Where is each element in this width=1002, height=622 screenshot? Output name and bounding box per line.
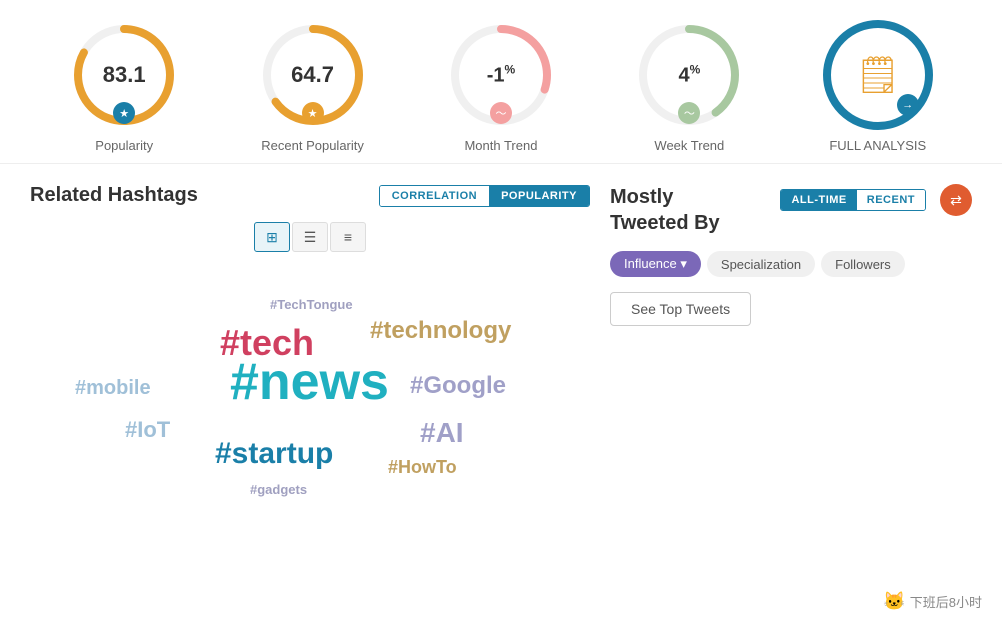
month-trend-label: Month Trend — [464, 138, 537, 153]
main-content: Related Hashtags CORRELATION POPULARITY … — [0, 164, 1002, 512]
share-icon[interactable]: ⇄ — [940, 184, 972, 216]
hashtag-word[interactable]: #gadgets — [250, 482, 307, 497]
mostly-tweeted-panel: Mostly Tweeted By ALL-TIME RECENT ⇄ Infl… — [610, 184, 972, 492]
month-trend-circle[interactable]: -1% 〜 — [446, 20, 556, 130]
popularity-circle[interactable]: 83.1 ★ — [69, 20, 179, 130]
all-time-toggle-btn[interactable]: ALL-TIME — [781, 190, 856, 210]
popularity-value: 83.1 — [103, 62, 146, 88]
popularity-label: Popularity — [95, 138, 153, 153]
hashtag-word[interactable]: #news — [230, 352, 389, 412]
followers-filter-btn[interactable]: Followers — [821, 251, 905, 277]
influence-filter-btn[interactable]: Influence ▾ — [610, 251, 701, 277]
metrics-bar: 83.1 ★ Popularity 64.7 ★ Recent Populari… — [0, 0, 1002, 164]
hashtag-word[interactable]: #HowTo — [388, 457, 457, 478]
metric-week-trend: 4% 〜 Week Trend — [634, 20, 744, 153]
related-hashtags-title: Related Hashtags — [30, 184, 198, 207]
hashtag-word[interactable]: #TechTongue — [270, 297, 353, 312]
recent-popularity-circle[interactable]: 64.7 ★ — [258, 20, 368, 130]
correlation-toggle-btn[interactable]: CORRELATION — [380, 186, 489, 206]
related-hashtags-panel: Related Hashtags CORRELATION POPULARITY … — [30, 184, 590, 492]
word-cloud: #TechTongue#tech#technology#mobile#news#… — [30, 262, 590, 492]
hashtag-word[interactable]: #IoT — [125, 417, 170, 443]
view-cloud-btn[interactable]: ⊞ — [254, 222, 290, 252]
week-trend-label: Week Trend — [654, 138, 724, 153]
view-controls: ⊞ ☰ ≡ — [30, 222, 590, 252]
hashtag-word[interactable]: #startup — [215, 437, 333, 471]
view-table-btn[interactable]: ≡ — [330, 222, 366, 252]
recent-toggle-btn[interactable]: RECENT — [857, 190, 925, 210]
popularity-badge: ★ — [113, 102, 135, 124]
recent-popularity-value: 64.7 — [291, 62, 334, 88]
hashtag-word[interactable]: #mobile — [75, 377, 151, 400]
hashtag-word[interactable]: #technology — [370, 317, 511, 345]
watermark-icon: 🐱 — [883, 591, 905, 612]
specialization-filter-btn[interactable]: Specialization — [707, 251, 815, 277]
hashtag-word[interactable]: #AI — [420, 417, 464, 449]
hashtag-word[interactable]: #Google — [410, 372, 506, 400]
metric-full-analysis[interactable]: 🗒 → FULL ANALYSIS — [823, 20, 933, 153]
metric-popularity: 83.1 ★ Popularity — [69, 20, 179, 153]
full-analysis-label: FULL ANALYSIS — [829, 138, 926, 153]
full-analysis-arrow: → — [897, 94, 919, 116]
mostly-tweeted-header: Mostly Tweeted By ALL-TIME RECENT ⇄ — [610, 184, 972, 236]
metric-recent-popularity: 64.7 ★ Recent Popularity — [258, 20, 368, 153]
week-trend-badge: 〜 — [678, 102, 700, 124]
watermark: 🐱 下班后8小时 — [883, 591, 982, 612]
hashtags-toggle[interactable]: CORRELATION POPULARITY — [379, 185, 590, 207]
see-top-tweets-btn[interactable]: See Top Tweets — [610, 292, 751, 326]
week-trend-circle[interactable]: 4% 〜 — [634, 20, 744, 130]
month-trend-badge: 〜 — [490, 102, 512, 124]
metric-month-trend: -1% 〜 Month Trend — [446, 20, 556, 153]
recent-popularity-badge: ★ — [302, 102, 324, 124]
watermark-text: 下班后8小时 — [910, 592, 982, 611]
popularity-toggle-btn[interactable]: POPULARITY — [489, 186, 589, 206]
filter-buttons: Influence ▾ Specialization Followers — [610, 251, 972, 277]
mostly-tweeted-title: Mostly Tweeted By — [610, 184, 720, 236]
related-hashtags-header: Related Hashtags CORRELATION POPULARITY — [30, 184, 590, 207]
week-trend-value: 4% — [678, 63, 700, 88]
tweeted-toggle[interactable]: ALL-TIME RECENT — [780, 189, 926, 211]
document-icon: 🗒 — [855, 54, 901, 96]
month-trend-value: -1% — [487, 63, 515, 88]
full-analysis-circle[interactable]: 🗒 → — [823, 20, 933, 130]
view-list-btn[interactable]: ☰ — [292, 222, 328, 252]
recent-popularity-label: Recent Popularity — [261, 138, 364, 153]
